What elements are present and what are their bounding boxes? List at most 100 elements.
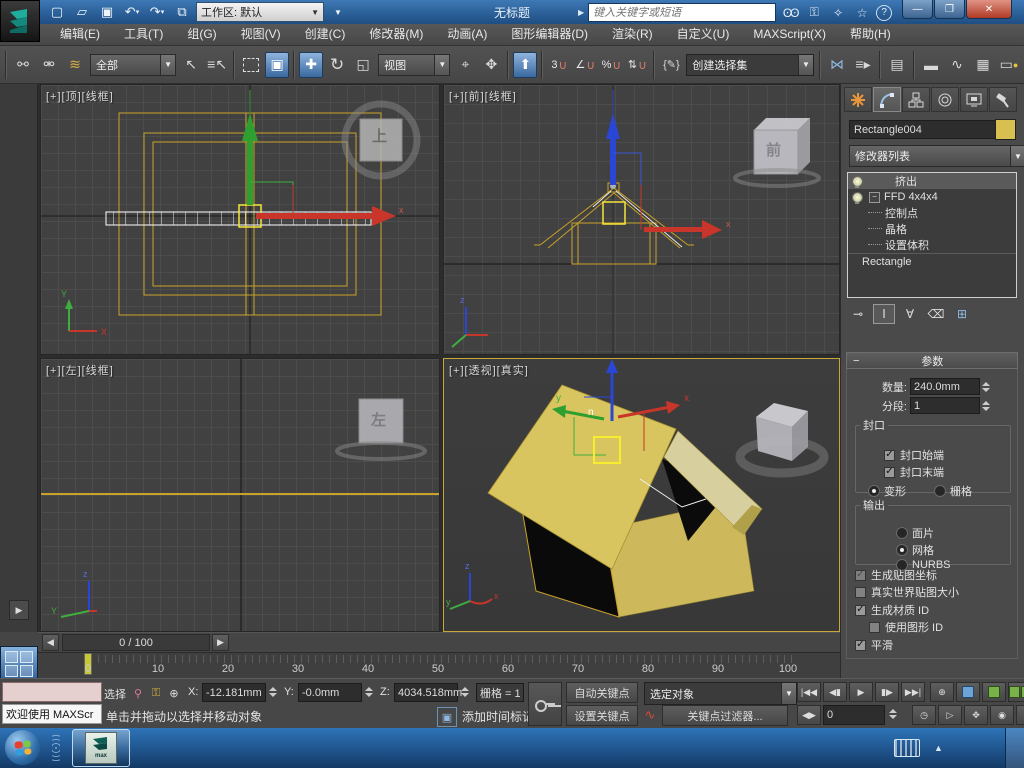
viewport-label[interactable]: [+][前][线框]	[449, 88, 517, 104]
current-frame-field[interactable]: 0	[823, 705, 885, 725]
selection-filter-dropdown[interactable]: 全部 ▼	[90, 53, 177, 76]
cap-end-checkbox[interactable]: ✓	[884, 466, 895, 478]
use-pivot-point-icon[interactable]: ⌖	[453, 52, 477, 78]
menu-edit[interactable]: 编辑(E)	[48, 24, 112, 45]
pin-stack-icon[interactable]: ⊸	[847, 304, 869, 324]
set-key-button[interactable]: 设置关键点	[566, 705, 638, 726]
orbit-icon[interactable]: ◉	[990, 705, 1014, 725]
favorites-star-icon[interactable]: ☆	[852, 4, 872, 22]
menu-customize[interactable]: 自定义(U)	[665, 24, 742, 45]
viewport-label[interactable]: [+][透视][真实]	[449, 362, 529, 378]
help-icon[interactable]: ?	[876, 4, 893, 21]
edit-named-selection-sets-icon[interactable]: {✎}	[659, 52, 683, 78]
absolute-mode-transform-icon[interactable]: ⊕	[166, 685, 182, 701]
collapse-minus-icon[interactable]: −	[869, 191, 880, 203]
mesh-radio-row[interactable]: 网格	[896, 542, 934, 558]
keyboard-shortcut-override-icon[interactable]: ⬆	[513, 51, 538, 78]
set-keys-button[interactable]	[528, 682, 562, 726]
play-button[interactable]: ▶	[849, 682, 873, 702]
workspace-dropdown[interactable]: 工作区: 默认 ▼	[196, 2, 324, 22]
minimize-button[interactable]: —	[902, 0, 933, 19]
project-folder-icon[interactable]: ⧉	[171, 2, 193, 22]
maximize-viewport-icon[interactable]: ◱	[1016, 705, 1024, 725]
real-world-checkbox[interactable]	[855, 586, 866, 598]
key-filters-curve-icon[interactable]: ∿	[642, 707, 658, 723]
select-by-name-icon[interactable]: ≡↖	[205, 52, 229, 78]
object-name-field[interactable]: Rectangle004	[849, 120, 997, 139]
tab-utilities[interactable]	[989, 87, 1017, 112]
key-filters-button[interactable]: 关键点过滤器...	[662, 705, 788, 726]
restore-button[interactable]: ❐	[934, 0, 965, 19]
stack-item-ffd[interactable]: − FFD 4x4x4	[848, 189, 1016, 205]
segments-field[interactable]: 1	[910, 397, 980, 414]
maxscript-macro-recorder[interactable]	[2, 682, 102, 702]
tab-display[interactable]	[960, 87, 988, 112]
bind-to-space-warp-icon[interactable]: ≋	[63, 52, 87, 78]
isolate-selection-icon[interactable]: ⚲	[130, 685, 146, 701]
undo-icon[interactable]: ↶ ▾	[121, 2, 143, 22]
remove-modifier-icon[interactable]: ⌫	[925, 304, 947, 324]
modifier-enable-bulb-icon[interactable]	[852, 191, 863, 204]
viewcube-front[interactable]: 前	[766, 139, 781, 160]
menu-graph-editors[interactable]: 图形编辑器(D)	[499, 24, 600, 45]
stack-item-set-volume[interactable]: 设置体积	[848, 237, 1016, 253]
close-button[interactable]: ✕	[966, 0, 1012, 19]
modifier-enable-bulb-icon[interactable]	[852, 175, 863, 188]
x-coordinate-field[interactable]: -12.181mm	[202, 683, 266, 702]
rectangular-selection-region-icon[interactable]	[239, 52, 263, 78]
named-selection-sets-dropdown[interactable]: 创建选择集 ▼	[686, 53, 815, 76]
viewport-layout-button[interactable]	[0, 646, 38, 682]
add-time-tag[interactable]: 添加时间标记	[462, 708, 534, 725]
viewport-top[interactable]: x Y X [+][顶][线框] 上	[40, 84, 440, 355]
time-configuration-icon[interactable]: ◷	[912, 705, 936, 725]
curve-editor-icon[interactable]: ∿	[945, 52, 969, 78]
parameters-rollout-header[interactable]: − 参数	[846, 352, 1018, 369]
zoom-icon[interactable]: ⊕	[930, 682, 954, 702]
communication-center-icon[interactable]: ✧	[828, 4, 848, 22]
amount-spinner[interactable]	[982, 378, 994, 395]
select-and-link-icon[interactable]: ⚯	[11, 52, 35, 78]
reference-coordinate-dropdown[interactable]: 视图 ▼	[378, 53, 451, 76]
grid-radio[interactable]	[934, 485, 946, 497]
stack-item-extrude[interactable]: 挤出	[848, 173, 1016, 189]
key-selection-dropdown[interactable]: 选定对象 ▼	[644, 682, 797, 705]
gen-mat-id-checkbox[interactable]: ✓	[855, 604, 866, 616]
viewcube-left[interactable]: 左	[371, 409, 386, 430]
rendered-frame-icon[interactable]: ▭ ●	[997, 52, 1021, 78]
tray-expand-icon[interactable]: ▲	[934, 743, 943, 753]
tab-motion[interactable]	[931, 87, 959, 112]
make-unique-icon[interactable]: ∀	[899, 304, 921, 324]
tab-modify[interactable]	[873, 87, 901, 112]
smooth-checkbox[interactable]: ✓	[855, 639, 866, 651]
maxscript-mini-listener[interactable]: 欢迎使用 MAXScr	[2, 704, 102, 724]
auto-key-button[interactable]: 自动关键点	[566, 682, 638, 703]
frame-spinner[interactable]	[889, 705, 901, 722]
viewcube-top[interactable]: 上	[372, 125, 387, 146]
show-end-result-icon[interactable]: Ⅰ	[873, 304, 895, 324]
mesh-radio[interactable]	[896, 544, 908, 556]
spinner-snap-icon[interactable]: ⇅ ∪	[625, 52, 649, 78]
graphite-ribbon-icon[interactable]: ▬	[919, 52, 943, 78]
smooth-row[interactable]: ✓ 平滑	[855, 637, 893, 653]
toolbar-flyout-icon[interactable]: ▼	[327, 2, 349, 22]
cap-end-row[interactable]: ✓ 封口末端	[884, 464, 944, 480]
menu-tools[interactable]: 工具(T)	[112, 24, 175, 45]
y-spinner[interactable]	[365, 683, 377, 700]
time-slider[interactable]: 0 / 100	[62, 634, 210, 651]
morph-radio[interactable]	[868, 485, 880, 497]
select-and-rotate-icon[interactable]: ↻	[325, 52, 349, 78]
go-to-start-button[interactable]: |◀◀	[797, 682, 821, 702]
window-crossing-toggle-icon[interactable]: ▣	[265, 51, 290, 78]
patch-radio[interactable]	[896, 527, 908, 539]
viewport-label[interactable]: [+][顶][线框]	[46, 88, 114, 104]
save-file-icon[interactable]: ▣	[96, 2, 118, 22]
tab-hierarchy[interactable]	[902, 87, 930, 112]
menu-views[interactable]: 视图(V)	[229, 24, 293, 45]
open-file-icon[interactable]: ▱	[71, 2, 93, 22]
search-icon[interactable]: ʘʘ	[780, 4, 800, 22]
segments-spinner[interactable]	[982, 397, 994, 414]
selection-lock-icon[interactable]: ⚿	[148, 685, 164, 701]
stack-item-rectangle[interactable]: Rectangle	[848, 253, 1016, 270]
isolate-toggle-icon[interactable]: ▣	[437, 707, 457, 727]
angle-snap-icon[interactable]: ∠ ∪	[573, 52, 597, 78]
